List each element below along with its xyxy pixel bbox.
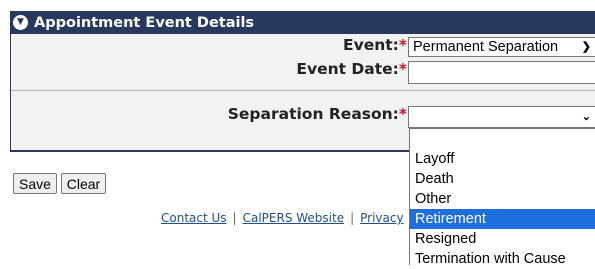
collapse-toggle-icon[interactable]: ▼ bbox=[13, 15, 28, 30]
contact-us-link[interactable]: Contact Us bbox=[161, 211, 227, 225]
privacy-link[interactable]: Privacy bbox=[360, 211, 403, 225]
event-select[interactable]: Permanent Separation ❯ bbox=[408, 37, 595, 57]
footer-links: Contact Us | CalPERS Website | Privacy bbox=[161, 211, 404, 225]
dropdown-option-layoff[interactable]: Layoff bbox=[410, 149, 595, 169]
footer-separator: | bbox=[232, 211, 237, 225]
calpers-website-link[interactable]: CalPERS Website bbox=[243, 211, 345, 225]
dropdown-option-retirement[interactable]: Retirement bbox=[410, 209, 595, 229]
clear-button[interactable]: Clear bbox=[61, 173, 106, 194]
panel-title: Appointment Event Details bbox=[34, 14, 255, 31]
dropdown-option-other[interactable]: Other bbox=[410, 189, 595, 209]
separation-reason-options[interactable]: Layoff Death Other Retirement Resigned T… bbox=[409, 128, 595, 267]
required-marker: * bbox=[398, 60, 407, 78]
dropdown-option-termination-with-cause[interactable]: Termination with Cause bbox=[410, 249, 595, 269]
required-marker: * bbox=[398, 36, 407, 54]
panel-header[interactable]: ▼ Appointment Event Details bbox=[10, 11, 595, 34]
separation-reason-select[interactable]: ⌄ bbox=[408, 106, 595, 128]
event-date-input[interactable] bbox=[408, 61, 595, 84]
save-button[interactable]: Save bbox=[13, 173, 57, 194]
required-marker: * bbox=[398, 105, 407, 123]
event-select-value: Permanent Separation bbox=[413, 39, 559, 55]
event-date-label: Event Date:* bbox=[296, 60, 407, 78]
footer-separator: | bbox=[350, 211, 355, 225]
divider bbox=[11, 90, 595, 91]
dropdown-option-blank[interactable] bbox=[410, 129, 595, 149]
chevron-down-icon: ❯ bbox=[581, 40, 591, 53]
event-label: Event:* bbox=[343, 36, 407, 54]
separation-reason-label: Separation Reason:* bbox=[227, 105, 407, 123]
chevron-down-icon: ⌄ bbox=[581, 110, 591, 123]
dropdown-option-resigned[interactable]: Resigned bbox=[410, 229, 595, 249]
dropdown-option-death[interactable]: Death bbox=[410, 169, 595, 189]
